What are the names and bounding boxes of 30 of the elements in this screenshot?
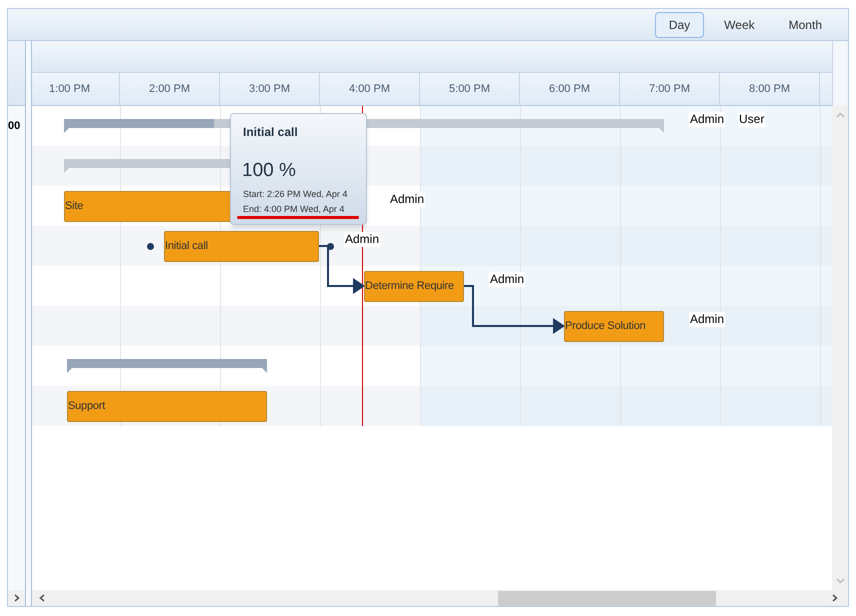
hour-label: 1:00 PM (49, 82, 90, 98)
start-date-text: Start: 2:26 PM Wed, Apr 4 (243, 188, 348, 201)
chevron-right-icon[interactable] (14, 594, 20, 602)
hour-label: 4:00 PM (349, 82, 390, 98)
view-tab[interactable]: Month (774, 12, 836, 38)
task-bar[interactable]: Determine Require (364, 271, 464, 302)
view-tab[interactable]: Week (710, 12, 769, 38)
resource-label: User (738, 112, 766, 127)
task-bar[interactable]: Support (67, 391, 267, 422)
end-date-text: End: 4:00 PM Wed, Apr 4 (243, 203, 344, 216)
progress-value: 100 % (242, 159, 296, 183)
resource-label: Admin (489, 272, 526, 287)
hour-label: 5:00 PM (449, 82, 490, 98)
chevron-right-icon[interactable] (832, 594, 838, 602)
resource-label: Admin (344, 232, 380, 247)
tooltip-title: Initial call (243, 124, 298, 141)
hour-label: 8:00 PM (749, 82, 790, 98)
hour-label: 2:00 PM (149, 82, 190, 98)
task-bar[interactable]: Initial call (164, 231, 319, 262)
hour-label: 7:00 PM (649, 82, 690, 98)
grid-cell-text: 00 (8, 118, 20, 134)
hour-label: 3:00 PM (249, 82, 290, 98)
chevron-left-icon[interactable] (39, 594, 45, 602)
task-bar[interactable]: Produce Solution (564, 311, 664, 342)
resource-label: Admin (689, 112, 726, 127)
view-tab[interactable]: Day (654, 12, 704, 38)
resource-label: Admin (389, 192, 426, 207)
resource-label: Admin (689, 312, 726, 327)
hour-label: 6:00 PM (549, 82, 590, 98)
scrollbar-thumb[interactable] (498, 590, 716, 606)
